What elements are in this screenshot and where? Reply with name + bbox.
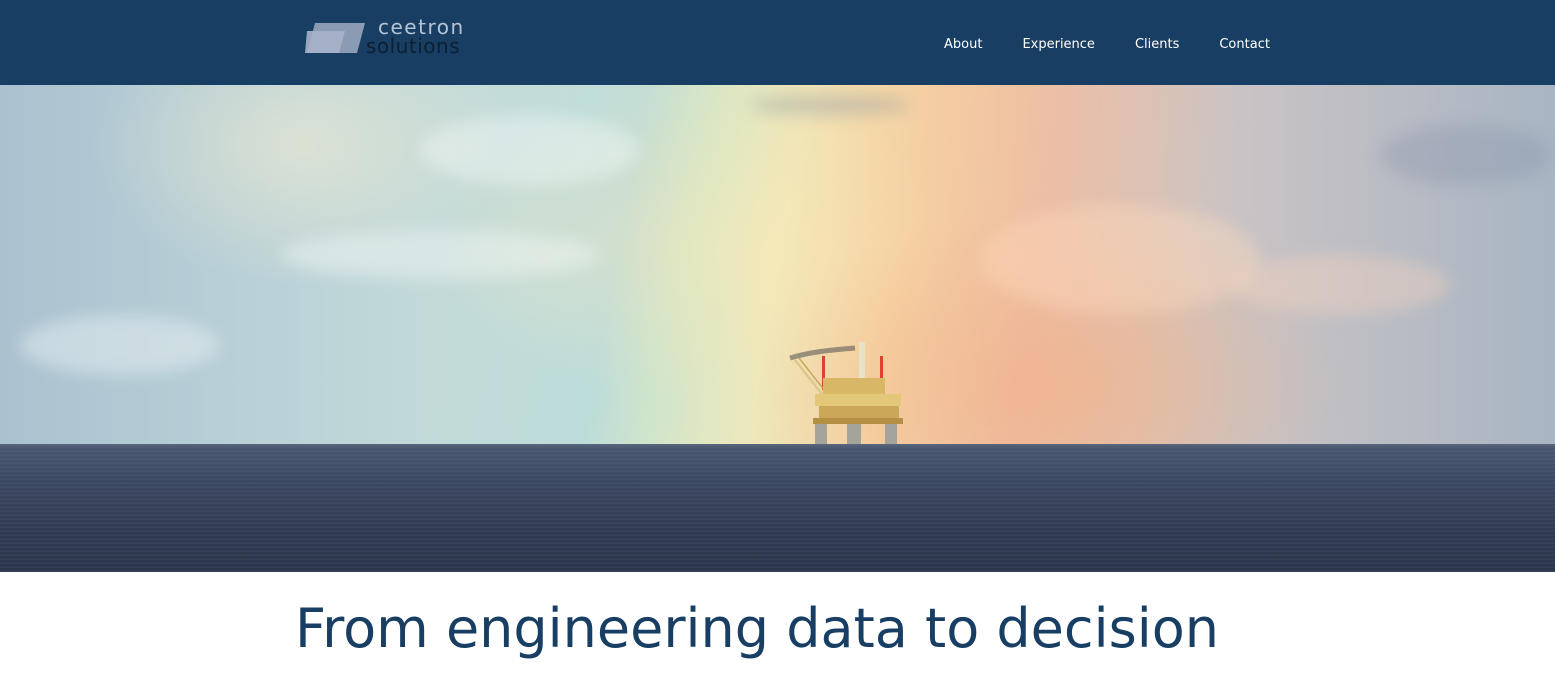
hero-image bbox=[0, 85, 1555, 572]
hero-cloud bbox=[20, 315, 220, 375]
hero-cloud bbox=[980, 205, 1260, 315]
logo-mark-icon bbox=[305, 23, 365, 53]
ceetron-logo[interactable]: ceetron solutions bbox=[305, 17, 475, 59]
hero-cloud bbox=[420, 115, 640, 185]
main-nav: About Experience Clients Contact bbox=[944, 37, 1270, 53]
hero-cloud bbox=[1230, 255, 1450, 315]
page-headline: From engineering data to decision bbox=[295, 597, 1219, 660]
oil-rig-icon bbox=[789, 342, 903, 444]
hero-cloud bbox=[750, 95, 910, 115]
nav-item-experience[interactable]: Experience bbox=[1022, 37, 1095, 53]
headline-section: From engineering data to decision bbox=[0, 594, 1555, 664]
nav-item-contact[interactable]: Contact bbox=[1219, 37, 1270, 53]
logo-text-bottom: solutions bbox=[366, 34, 461, 58]
site-header: ceetron solutions About Experience Clien… bbox=[0, 0, 1555, 85]
nav-item-clients[interactable]: Clients bbox=[1135, 37, 1179, 53]
hero-sea bbox=[0, 446, 1555, 572]
hero-cloud bbox=[280, 230, 600, 280]
hero-cloud bbox=[1380, 125, 1550, 185]
nav-item-about[interactable]: About bbox=[944, 37, 982, 53]
